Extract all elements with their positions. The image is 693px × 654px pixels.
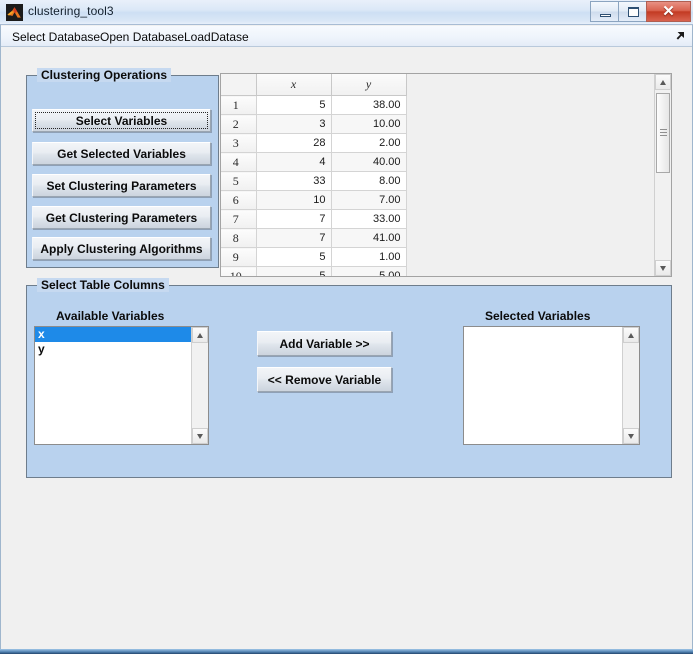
- table-row-number: 6: [221, 190, 257, 210]
- data-table-header-x[interactable]: x: [256, 74, 332, 96]
- available-variables-label: Available Variables: [56, 309, 165, 323]
- table-row[interactable]: 4 4 40.00: [221, 152, 407, 172]
- close-icon: ✕: [662, 3, 675, 20]
- select-table-columns-panel-title: Select Table Columns: [37, 278, 169, 292]
- table-cell-y[interactable]: 7.00: [331, 190, 407, 210]
- table-row[interactable]: 8 7 41.00: [221, 228, 407, 248]
- available-variables-scrollbar[interactable]: [191, 327, 208, 444]
- table-cell-y[interactable]: 8.00: [331, 171, 407, 191]
- table-cell-y[interactable]: 33.00: [331, 209, 407, 229]
- get-clustering-parameters-button[interactable]: Get Clustering Parameters: [32, 206, 211, 229]
- scrollbar-grip-icon: [660, 129, 667, 137]
- table-cell-x[interactable]: 3: [256, 114, 332, 134]
- clustering-operations-panel-title: Clustering Operations: [37, 68, 172, 82]
- table-cell-x[interactable]: 28: [256, 133, 332, 153]
- add-variable-button[interactable]: Add Variable >>: [257, 331, 392, 356]
- scroll-down-arrow-icon[interactable]: [623, 428, 639, 444]
- table-cell-y[interactable]: 5.00: [331, 266, 407, 276]
- table-row-number: 3: [221, 133, 257, 153]
- list-item[interactable]: x: [35, 327, 191, 342]
- table-vertical-scrollbar[interactable]: [654, 74, 671, 276]
- table-row-number: 1: [221, 95, 257, 115]
- table-row[interactable]: 5 33 8.00: [221, 171, 407, 191]
- table-cell-x[interactable]: 10: [256, 190, 332, 210]
- list-item[interactable]: y: [35, 342, 191, 357]
- undock-arrow-icon[interactable]: [674, 30, 686, 42]
- minimize-icon: [600, 14, 611, 17]
- table-cell-y[interactable]: 38.00: [331, 95, 407, 115]
- maximize-icon: [628, 7, 639, 17]
- table-row-number: 7: [221, 209, 257, 229]
- table-row-number: 9: [221, 247, 257, 267]
- data-table-header-row: x y: [221, 74, 407, 96]
- table-cell-y[interactable]: 2.00: [331, 133, 407, 153]
- matlab-icon: [6, 4, 23, 21]
- table-row[interactable]: 1 5 38.00: [221, 95, 407, 115]
- table-cell-x[interactable]: 7: [256, 228, 332, 248]
- table-cell-y[interactable]: 40.00: [331, 152, 407, 172]
- scroll-up-arrow-icon[interactable]: [655, 74, 671, 90]
- table-cell-y[interactable]: 10.00: [331, 114, 407, 134]
- window-titlebar[interactable]: clustering_tool3 ✕: [0, 0, 693, 25]
- minimize-button[interactable]: [590, 1, 619, 22]
- table-cell-x[interactable]: 5: [256, 266, 332, 276]
- maximize-button[interactable]: [618, 1, 647, 22]
- taskbar-sliver: [0, 649, 693, 654]
- scrollbar-thumb[interactable]: [656, 93, 670, 173]
- table-row[interactable]: 2 3 10.00: [221, 114, 407, 134]
- table-row[interactable]: 10 5 5.00: [221, 266, 407, 276]
- data-table-body: 1 5 38.00 2 3 10.00 3 28 2.00 4 4 40.00 5 33 8.00 6 10 7.…: [221, 95, 407, 276]
- available-variables-items: xy: [35, 327, 191, 357]
- table-row[interactable]: 6 10 7.00: [221, 190, 407, 210]
- selected-variables-label: Selected Variables: [485, 309, 591, 323]
- data-table-grid: x y 1 5 38.00 2 3 10.00 3 28 2.00 4 4 40.00 5 33 8.00 6…: [221, 74, 407, 276]
- table-row[interactable]: 3 28 2.00: [221, 133, 407, 153]
- close-button[interactable]: ✕: [646, 1, 691, 22]
- window-title: clustering_tool3: [28, 4, 114, 18]
- table-cell-y[interactable]: 1.00: [331, 247, 407, 267]
- menu-item-loaddatase[interactable]: LoadDatase: [181, 29, 252, 45]
- table-cell-y[interactable]: 41.00: [331, 228, 407, 248]
- table-row-number: 8: [221, 228, 257, 248]
- table-row[interactable]: 7 7 33.00: [221, 209, 407, 229]
- table-row-number: 10: [221, 266, 257, 276]
- select-variables-button[interactable]: Select Variables: [32, 109, 211, 132]
- table-cell-x[interactable]: 5: [256, 95, 332, 115]
- data-table-header-y[interactable]: y: [331, 74, 407, 96]
- set-clustering-parameters-button[interactable]: Set Clustering Parameters: [32, 174, 211, 197]
- scroll-up-arrow-icon[interactable]: [623, 327, 639, 343]
- table-row-number: 5: [221, 171, 257, 191]
- data-table[interactable]: x y 1 5 38.00 2 3 10.00 3 28 2.00 4 4 40.00 5 33 8.00 6…: [220, 73, 672, 277]
- application-window: clustering_tool3 ✕ Select Database Open …: [0, 0, 693, 654]
- scroll-down-arrow-icon[interactable]: [192, 428, 208, 444]
- table-cell-x[interactable]: 7: [256, 209, 332, 229]
- table-cell-x[interactable]: 5: [256, 247, 332, 267]
- table-row[interactable]: 9 5 1.00: [221, 247, 407, 267]
- menu-item-open-database[interactable]: Open Database: [97, 29, 187, 45]
- figure-client-area: Clustering Operations Select Variables G…: [1, 47, 692, 648]
- scroll-up-arrow-icon[interactable]: [192, 327, 208, 343]
- table-row-number: 2: [221, 114, 257, 134]
- scroll-down-arrow-icon[interactable]: [655, 260, 671, 276]
- remove-variable-button[interactable]: << Remove Variable: [257, 367, 392, 392]
- selected-variables-listbox[interactable]: [463, 326, 640, 445]
- selected-variables-scrollbar[interactable]: [622, 327, 639, 444]
- apply-clustering-algorithms-button[interactable]: Apply Clustering Algorithms: [32, 237, 211, 260]
- menu-item-select-database[interactable]: Select Database: [9, 29, 103, 45]
- data-table-corner-header: [221, 74, 257, 96]
- table-cell-x[interactable]: 33: [256, 171, 332, 191]
- window-controls: ✕: [590, 1, 691, 22]
- menu-bar: Select Database Open Database LoadDatase: [1, 26, 692, 47]
- table-row-number: 4: [221, 152, 257, 172]
- get-selected-variables-button[interactable]: Get Selected Variables: [32, 142, 211, 165]
- available-variables-listbox[interactable]: xy: [34, 326, 209, 445]
- table-cell-x[interactable]: 4: [256, 152, 332, 172]
